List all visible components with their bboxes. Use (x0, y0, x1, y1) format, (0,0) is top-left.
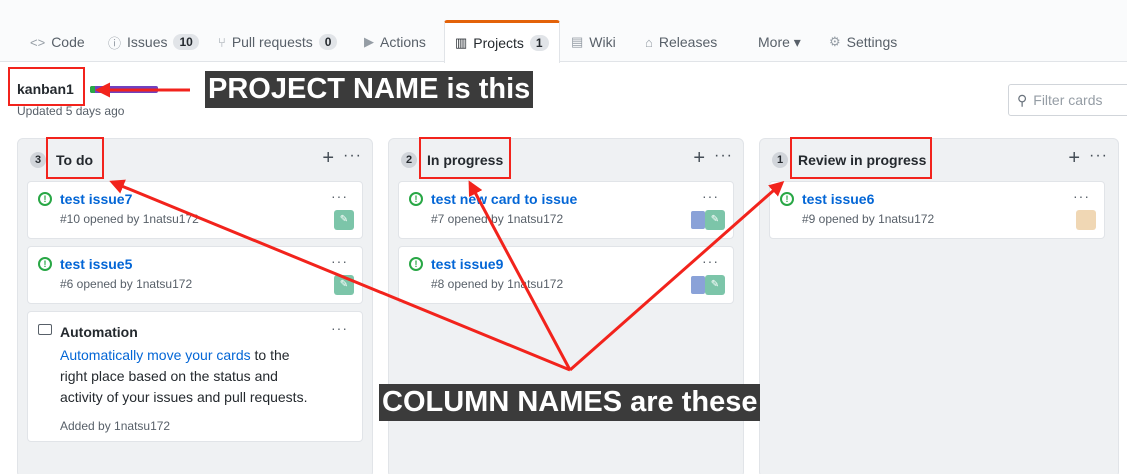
column-to-do: 3 To do + ··· ! test issue7 #10 opened b… (17, 138, 373, 474)
open-issue-icon: ! (780, 192, 794, 206)
issue-card[interactable]: ! test issue7 #10 opened by 1natsu172 ··… (27, 181, 363, 239)
automation-link[interactable]: Automatically move your cards (60, 347, 251, 363)
annotation-box-column (46, 137, 104, 179)
card-menu-button[interactable]: ··· (702, 253, 719, 269)
filter-cards-input[interactable] (1033, 92, 1124, 108)
book-icon: ▤ (571, 34, 584, 49)
avatar[interactable]: ✎ (705, 275, 725, 295)
automation-added-by: Added by 1natsu172 (60, 419, 171, 433)
column-menu-button[interactable]: ··· (1089, 148, 1108, 164)
avatar[interactable]: ✎ (334, 275, 354, 295)
card-menu-button[interactable]: ··· (331, 188, 348, 204)
avatar[interactable] (691, 211, 705, 229)
issue-card[interactable]: ! test issue9 #8 opened by 1natsu172 ···… (398, 246, 734, 304)
tab-projects[interactable]: ▥ Projects 1 (444, 20, 560, 63)
add-card-button[interactable]: + (693, 148, 705, 168)
issue-meta: #9 opened by 1natsu172 (802, 212, 935, 226)
annotation-box-column (790, 137, 932, 179)
card-menu-button[interactable]: ··· (702, 188, 719, 204)
tab-issues[interactable]: ⓘ Issues 10 (108, 22, 199, 62)
column-menu-button[interactable]: ··· (714, 148, 733, 164)
column-in-progress: 2 In progress + ··· ! test new card to i… (388, 138, 744, 474)
tab-settings[interactable]: ⚙ Settings (829, 22, 897, 62)
tab-actions[interactable]: ▶ Actions (364, 22, 426, 62)
annotation-box-column (419, 137, 511, 179)
column-menu-button[interactable]: ··· (343, 148, 362, 164)
open-issue-icon: ! (409, 257, 423, 271)
tab-releases[interactable]: ⌂ Releases (645, 22, 717, 62)
issue-card[interactable]: ! test new card to issue #7 opened by 1n… (398, 181, 734, 239)
gear-icon: ⚙ (829, 34, 841, 49)
automation-card: Automation ··· Automatically move your c… (27, 311, 363, 442)
issue-title[interactable]: test new card to issue (431, 191, 577, 207)
issue-title[interactable]: test issue5 (60, 256, 132, 272)
tab-code[interactable]: <> Code (30, 22, 85, 62)
avatar[interactable] (691, 276, 705, 294)
tab-pull-requests[interactable]: ⑂ Pull requests 0 (218, 22, 338, 62)
project-icon: ▥ (455, 35, 468, 50)
annotation-label-columns: COLUMN NAMES are these (379, 384, 761, 421)
tag-icon: ⌂ (645, 34, 653, 50)
add-card-button[interactable]: + (322, 148, 334, 168)
card-menu-button[interactable]: ··· (331, 320, 348, 336)
issue-meta: #8 opened by 1natsu172 (431, 277, 564, 291)
avatar[interactable]: ✎ (705, 210, 725, 230)
issue-meta: #10 opened by 1natsu172 (60, 212, 199, 226)
projects-count: 1 (529, 35, 549, 51)
open-issue-icon: ! (409, 192, 423, 206)
open-issue-icon: ! (38, 257, 52, 271)
automation-body: Automatically move your cards to the rig… (60, 345, 320, 408)
play-icon: ▶ (364, 34, 374, 49)
tab-wiki[interactable]: ▤ Wiki (571, 22, 616, 62)
automation-title: Automation (60, 324, 138, 340)
issue-meta: #7 opened by 1natsu172 (431, 212, 564, 226)
filter-cards-box[interactable]: ⚲ (1008, 84, 1127, 116)
annotation-label-project: PROJECT NAME is this (205, 71, 534, 108)
project-progress-done (90, 86, 96, 93)
column-card-count: 1 (772, 152, 788, 168)
issues-count: 10 (173, 34, 199, 50)
card-menu-button[interactable]: ··· (331, 253, 348, 269)
issue-title[interactable]: test issue6 (802, 191, 874, 207)
column-card-count: 2 (401, 152, 417, 168)
issue-card[interactable]: ! test issue5 #6 opened by 1natsu172 ···… (27, 246, 363, 304)
column-card-count: 3 (30, 152, 46, 168)
avatar[interactable]: ✎ (334, 210, 354, 230)
issue-card[interactable]: ! test issue6 #9 opened by 1natsu172 ··· (769, 181, 1105, 239)
card-menu-button[interactable]: ··· (1073, 188, 1090, 204)
project-updated: Updated 5 days ago (17, 104, 125, 118)
annotation-box-project (8, 67, 85, 106)
pull-request-icon: ⑂ (218, 34, 226, 50)
issue-icon: ⓘ (108, 35, 122, 51)
add-card-button[interactable]: + (1068, 148, 1080, 168)
repo-nav: <> Code ⓘ Issues 10 ⑂ Pull requests 0 ▶ … (0, 0, 1127, 63)
search-icon: ⚲ (1017, 91, 1028, 108)
issue-title[interactable]: test issue7 (60, 191, 132, 207)
column-review-in-progress: 1 Review in progress + ··· ! test issue6… (759, 138, 1119, 474)
issue-title[interactable]: test issue9 (431, 256, 503, 272)
tab-more[interactable]: More ▾ (758, 22, 801, 62)
open-issue-icon: ! (38, 192, 52, 206)
note-icon (38, 324, 52, 335)
code-icon: <> (30, 34, 46, 50)
avatar[interactable] (1076, 210, 1096, 230)
issue-meta: #6 opened by 1natsu172 (60, 277, 193, 291)
pull-requests-count: 0 (318, 34, 338, 50)
project-progress-bar (90, 86, 158, 93)
